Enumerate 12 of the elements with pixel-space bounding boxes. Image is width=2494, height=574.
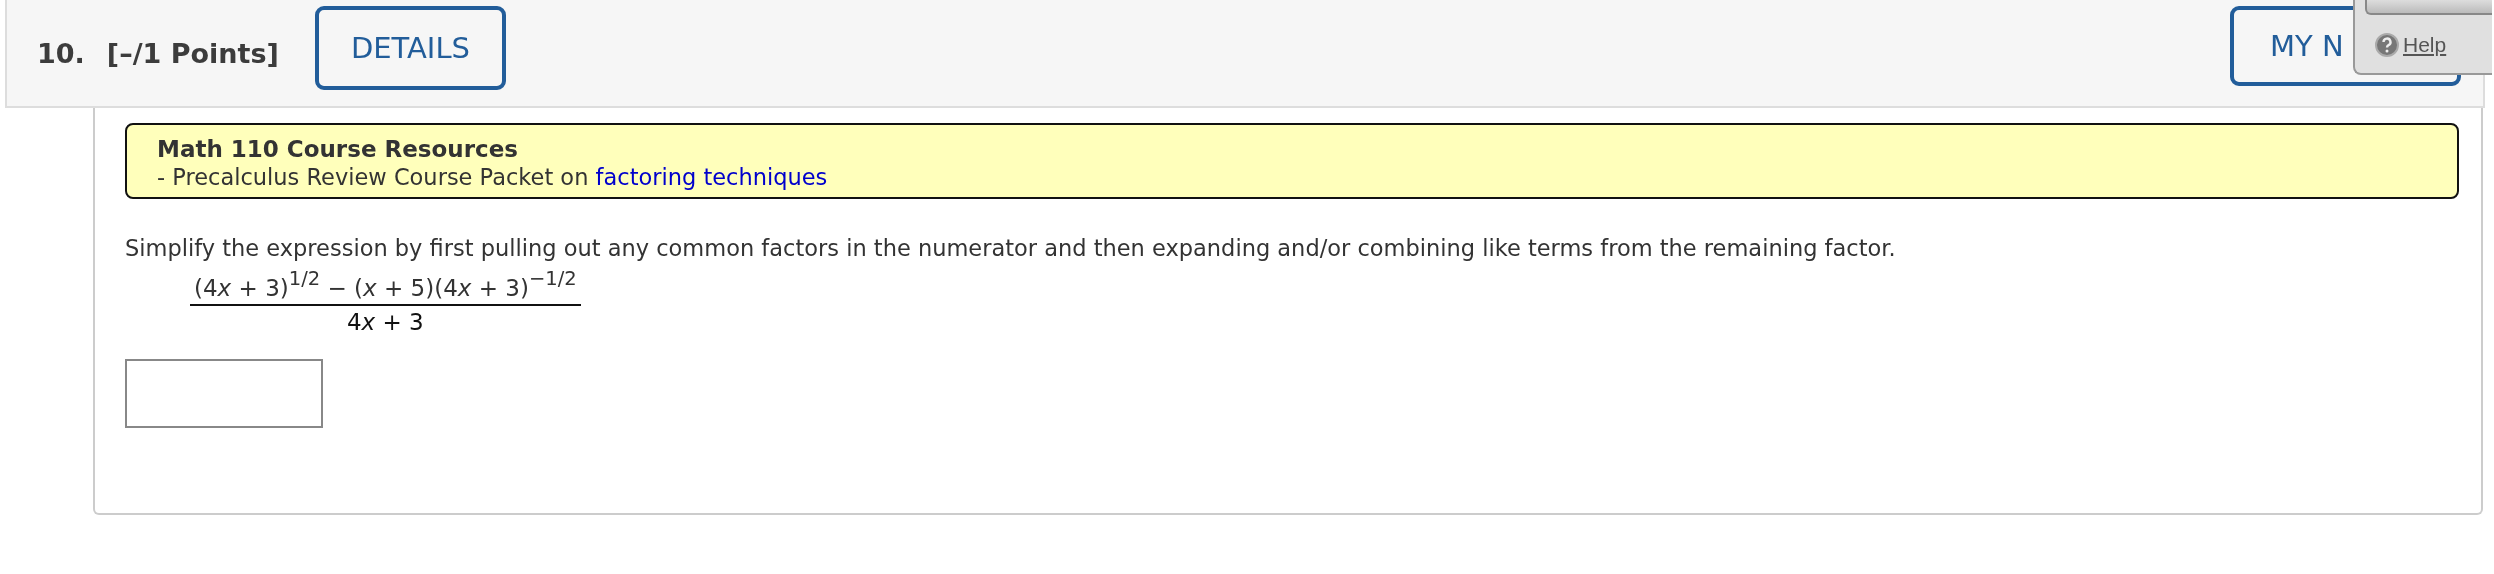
denominator: 4x + 3 bbox=[346, 308, 424, 335]
points-label: [–/1 Points] bbox=[106, 37, 279, 69]
question-number: 10. bbox=[37, 37, 85, 69]
resources-title: Math 110 Course Resources bbox=[157, 135, 519, 163]
help-icon bbox=[2375, 33, 2399, 57]
details-button[interactable]: DETAILS bbox=[314, 6, 506, 90]
answer-field[interactable] bbox=[125, 359, 323, 428]
resource-text: - Precalculus Review Course Packet on bbox=[157, 163, 590, 191]
resource-link[interactable]: factoring techniques bbox=[595, 163, 828, 191]
help-link[interactable]: Help bbox=[2403, 33, 2447, 57]
toolbar-button[interactable] bbox=[2365, 0, 2492, 15]
question-prompt: Simplify the expression by first pulling out any common factors in the numerator and then expanding and/or combining like terms from the remaining factor. bbox=[125, 234, 1897, 263]
